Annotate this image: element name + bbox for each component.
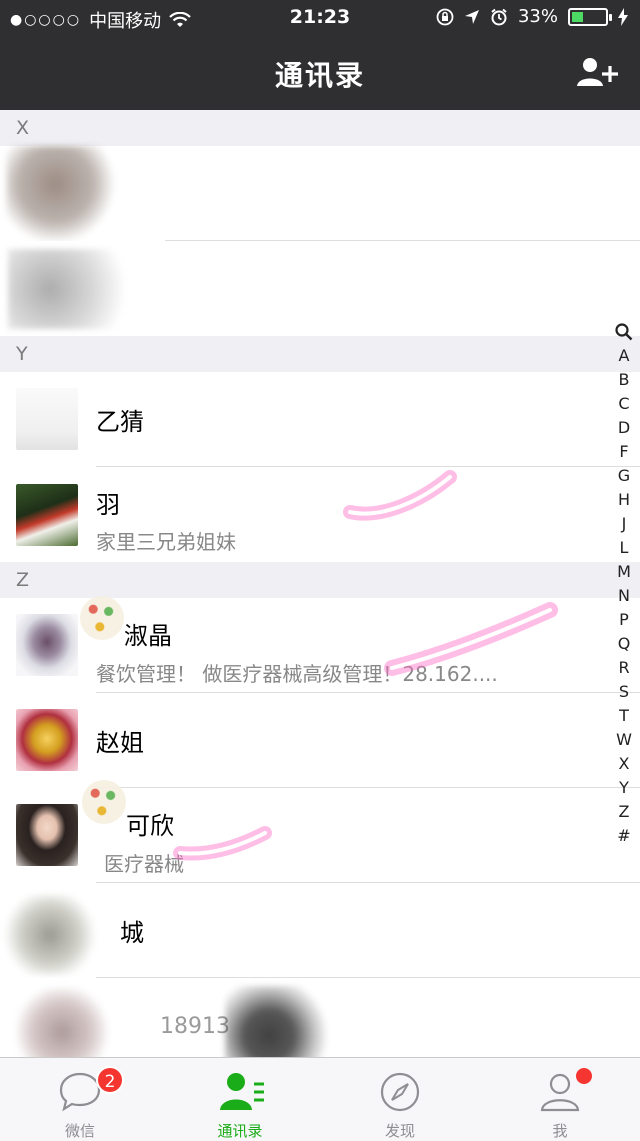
polka-dot-sticker [82, 780, 126, 824]
index-letter[interactable]: X [612, 752, 636, 776]
index-letters: A B C D F G H J L M N P Q R S T W X Y Z # [612, 344, 636, 845]
contact-name: 乙猜 [96, 408, 144, 436]
top-bar: ●○○○○ 中国移动 21:23 33% 通讯录 [0, 0, 640, 110]
index-letter[interactable]: J [612, 512, 636, 536]
battery-icon [568, 7, 612, 26]
censored-avatar [12, 988, 112, 1057]
contact-avatar [16, 709, 78, 771]
contact-name: 羽 [96, 491, 120, 519]
contact-row[interactable]: 城 [0, 883, 640, 978]
index-letter[interactable]: Z [612, 800, 636, 824]
tab-discover[interactable]: 发现 [320, 1058, 480, 1141]
contact-remark: 18913 [160, 1014, 230, 1039]
contact-name: 淑晶 [124, 622, 172, 650]
pink-scribble-mark [384, 602, 558, 676]
index-letter[interactable]: A [612, 344, 636, 368]
polka-dot-sticker [80, 596, 124, 640]
index-letter[interactable]: Q [612, 632, 636, 656]
contact-avatar [16, 804, 78, 866]
location-arrow-icon [464, 9, 479, 24]
index-letter[interactable]: R [612, 656, 636, 680]
index-letter[interactable]: F [612, 440, 636, 464]
censored-avatar [8, 249, 148, 329]
status-bar: ●○○○○ 中国移动 21:23 33% [0, 0, 640, 36]
contact-avatar [16, 614, 78, 676]
censor-scribble [225, 986, 335, 1057]
index-letter[interactable]: # [612, 824, 636, 848]
contact-row[interactable]: 可欣 医疗器械 [0, 780, 640, 883]
contacts-icon [220, 1073, 264, 1110]
contact-list[interactable]: X Y 乙猜 羽 家里三兄弟姐妹 Z 淑晶 餐饮管理！ 做医疗器械高级管理！28… [0, 110, 640, 1057]
pink-scribble-mark [343, 470, 457, 521]
contact-avatar [16, 484, 78, 546]
index-letter[interactable]: G [612, 464, 636, 488]
contact-name: 城 [120, 919, 144, 947]
tab-chats[interactable]: 2 微信 [0, 1058, 160, 1141]
tab-label: 我 [552, 1122, 568, 1140]
tab-me[interactable]: 我 [480, 1058, 640, 1141]
index-letter[interactable]: B [612, 368, 636, 392]
contact-remark: 家里三兄弟姐妹 [96, 530, 236, 554]
battery-percent: 33% [517, 6, 558, 27]
censored-avatar [6, 146, 116, 241]
index-letter[interactable]: S [612, 680, 636, 704]
censored-avatar [0, 895, 100, 975]
section-header-y: Y [0, 336, 640, 372]
index-letter[interactable]: T [612, 704, 636, 728]
section-header-x: X [0, 110, 640, 146]
tab-label: 发现 [384, 1122, 415, 1140]
index-letter[interactable]: P [612, 608, 636, 632]
contact-name: 可欣 [126, 812, 174, 840]
contact-row[interactable]: 赵姐 [0, 693, 640, 788]
contact-avatar [16, 388, 78, 450]
notification-dot [576, 1068, 592, 1084]
battery-fill [572, 11, 583, 22]
contact-name: 赵姐 [96, 729, 144, 757]
bottom-tab-bar: 2 微信 通讯录 发现 我 [0, 1057, 640, 1141]
page-title: 通讯录 [274, 59, 365, 92]
add-contact-icon[interactable] [576, 56, 620, 88]
unread-badge: 2 [96, 1066, 124, 1094]
search-icon[interactable] [615, 323, 633, 341]
contact-row[interactable]: 淑晶 餐饮管理！ 做医疗器械高级管理！28.162.... [0, 596, 640, 693]
index-letter[interactable]: Y [612, 776, 636, 800]
index-letter[interactable]: C [612, 392, 636, 416]
index-letter[interactable]: H [612, 488, 636, 512]
index-letter[interactable]: N [612, 584, 636, 608]
contact-row[interactable]: 18913 [0, 978, 640, 1057]
section-header-z: Z [0, 562, 640, 598]
index-letter[interactable]: D [612, 416, 636, 440]
contact-row[interactable] [0, 241, 640, 336]
index-letter[interactable]: M [612, 560, 636, 584]
index-letter[interactable]: W [612, 728, 636, 752]
tab-label: 通讯录 [217, 1122, 263, 1140]
tab-contacts[interactable]: 通讯录 [160, 1058, 320, 1141]
index-letter[interactable]: L [612, 536, 636, 560]
contact-row[interactable]: 乙猜 [0, 372, 640, 467]
alphabet-index-bar[interactable]: A B C D F G H J L M N P Q R S T W X Y Z # [612, 320, 636, 845]
contact-row[interactable] [0, 146, 640, 241]
alarm-icon [491, 8, 507, 25]
tab-label: 微信 [64, 1122, 95, 1140]
charging-bolt-icon [618, 7, 628, 26]
pink-scribble-mark [173, 826, 272, 861]
lock-rotation-icon [436, 8, 454, 25]
contact-row[interactable]: 羽 家里三兄弟姐妹 [0, 467, 640, 562]
compass-icon [380, 1072, 420, 1112]
